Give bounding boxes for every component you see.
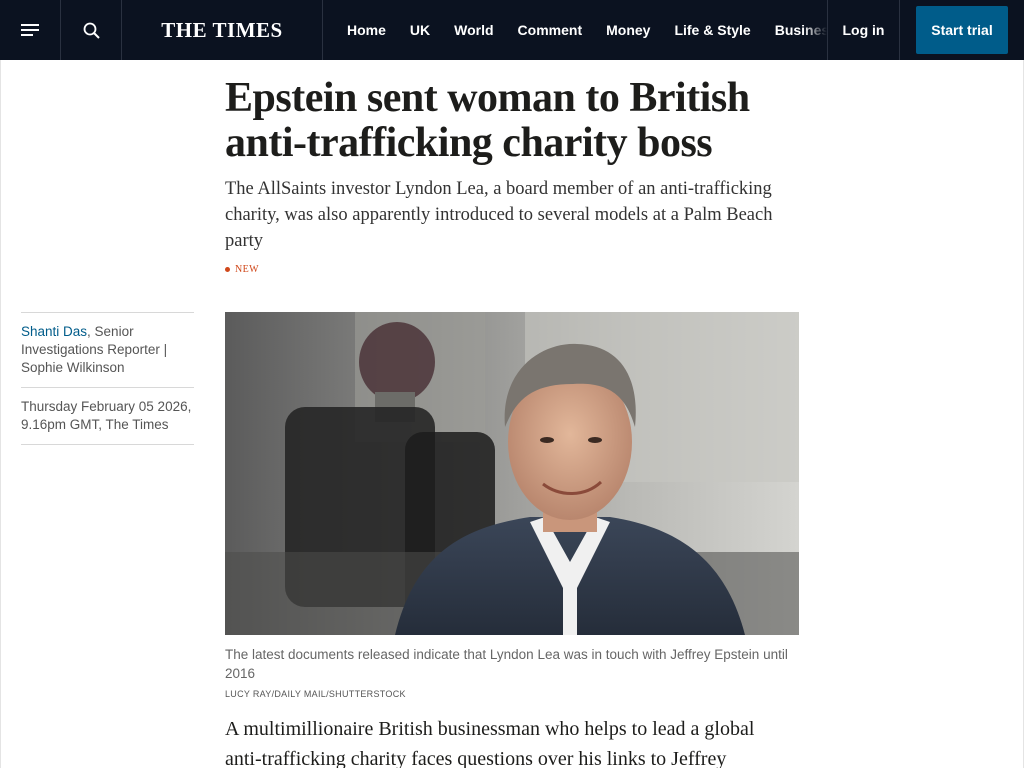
hero-image <box>225 312 799 635</box>
logo-text: THE TIMES <box>161 17 283 42</box>
nav-link-life-style[interactable]: Life & Style <box>650 22 750 38</box>
login-button[interactable]: Log in <box>828 0 900 60</box>
image-caption: The latest documents released indicate t… <box>225 647 788 681</box>
image-credit: LUCY RAY/DAILY MAIL/SHUTTERSTOCK <box>225 689 406 699</box>
portrait-photo <box>225 312 799 635</box>
nav-link-comment[interactable]: Comment <box>494 22 583 38</box>
badge-dot-icon <box>225 267 230 272</box>
nav-link-world[interactable]: World <box>430 22 493 38</box>
article-body-paragraph: A multimillionaire British businessman w… <box>225 718 755 768</box>
top-navigation: THE TIMES Home UK World Comment Money Li… <box>0 0 1024 60</box>
badge-label: NEW <box>235 264 259 275</box>
byline-dateline: Thursday February 05 2026, 9.16pm GMT, T… <box>21 387 194 445</box>
author-link[interactable]: Shanti Das <box>21 324 87 339</box>
page-border-left <box>0 60 1 768</box>
hamburger-menu-icon <box>21 24 39 36</box>
section-links: Home UK World Comment Money Life & Style… <box>323 0 828 60</box>
nav-link-home[interactable]: Home <box>323 22 386 38</box>
byline: Shanti Das, Senior Investigations Report… <box>21 312 194 445</box>
times-logo[interactable]: THE TIMES <box>122 0 323 60</box>
byline-authors: Shanti Das, Senior Investigations Report… <box>21 312 194 387</box>
nav-link-business[interactable]: Business <box>751 22 827 38</box>
nav-link-money[interactable]: Money <box>582 22 650 38</box>
search-icon <box>83 22 100 39</box>
article-headline: Epstein sent woman to British anti-traff… <box>225 75 750 166</box>
menu-button[interactable] <box>0 0 61 60</box>
new-badge: NEW <box>225 264 259 275</box>
logo-wordmark: THE TIMES <box>161 18 282 43</box>
nav-link-uk[interactable]: UK <box>386 22 430 38</box>
article-standfirst: The AllSaints investor Lyndon Lea, a boa… <box>225 179 773 251</box>
start-trial-button[interactable]: Start trial <box>916 6 1008 54</box>
search-button[interactable] <box>61 0 122 60</box>
